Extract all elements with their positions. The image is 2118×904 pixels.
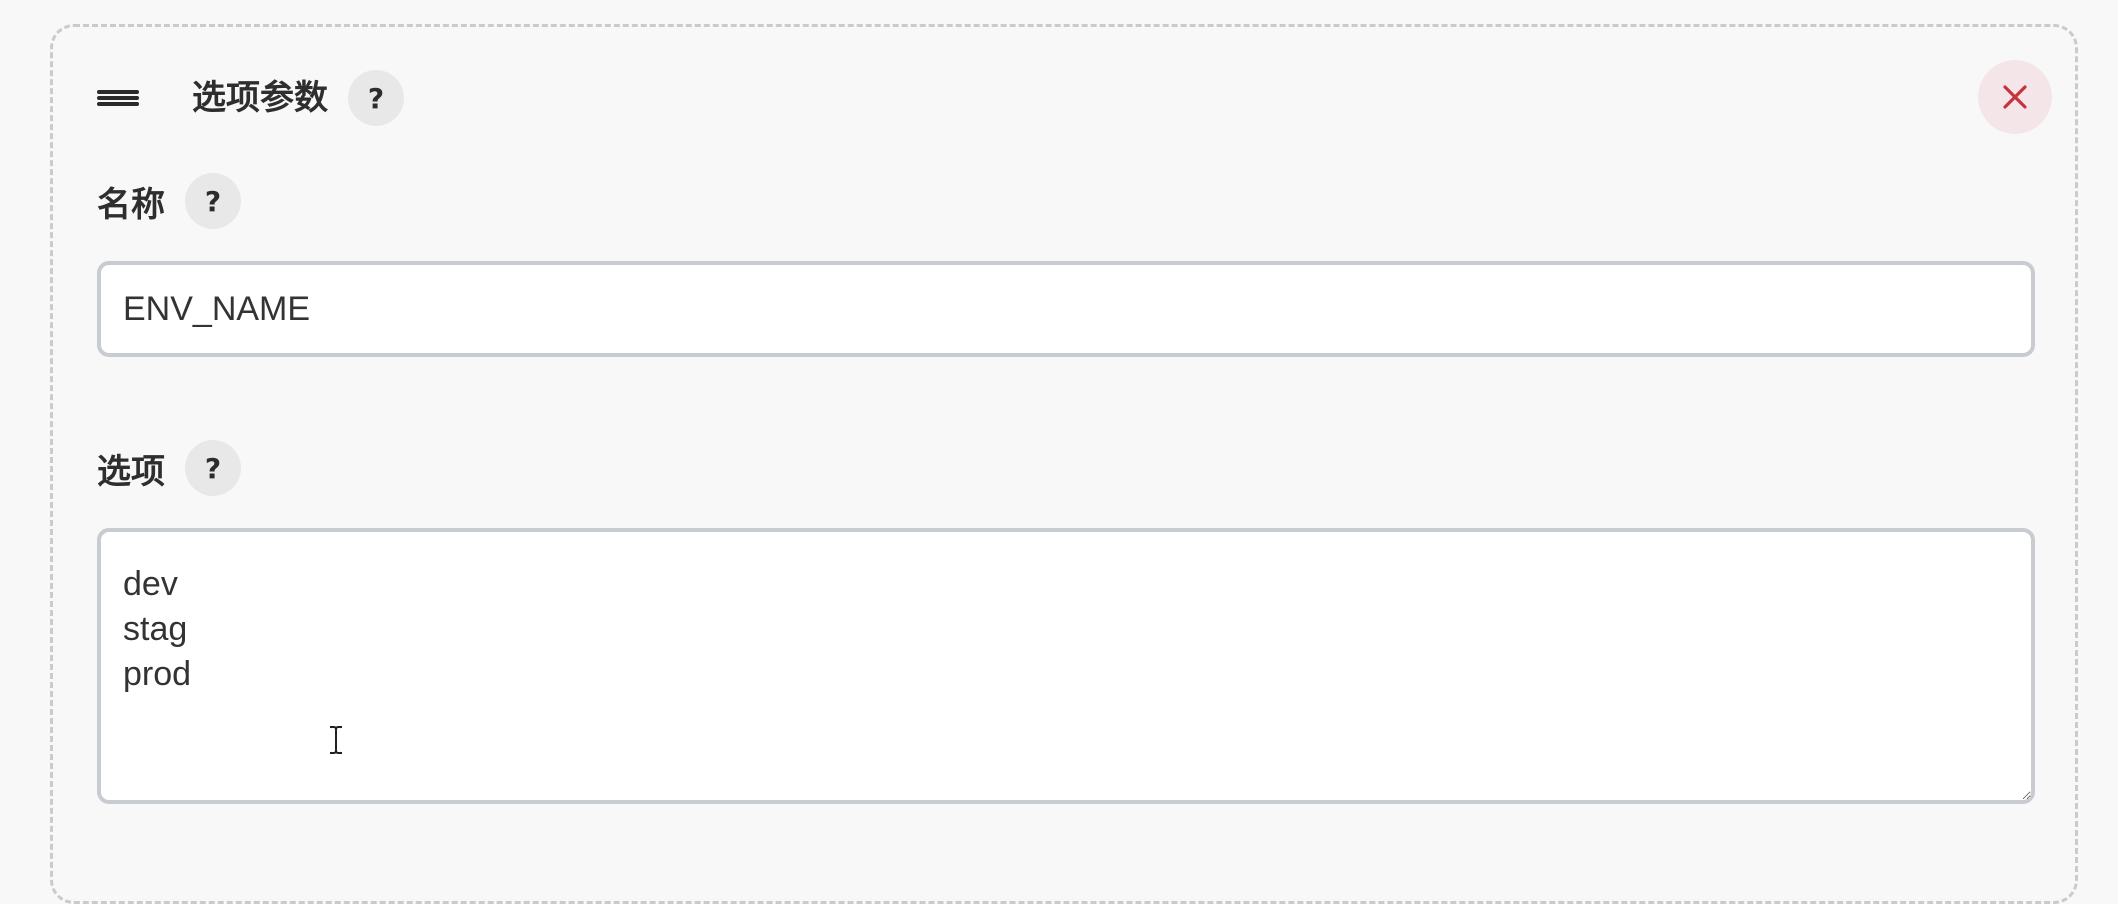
choices-field-label: 选项 ? <box>97 440 241 496</box>
choices-label-text: 选项 <box>97 451 165 492</box>
choices-textarea[interactable]: dev stag prod <box>97 528 2035 804</box>
parameter-title: 选项参数 <box>192 78 328 118</box>
hamburger-drag-icon[interactable] <box>97 84 139 112</box>
parameter-help-button[interactable]: ? <box>348 70 404 126</box>
choices-help-button[interactable]: ? <box>185 440 241 496</box>
name-label-text: 名称 <box>97 184 165 225</box>
name-input[interactable] <box>97 261 2035 357</box>
close-x-icon <box>2003 85 2027 109</box>
delete-parameter-button[interactable] <box>1978 60 2052 134</box>
name-field-label: 名称 ? <box>97 173 241 229</box>
parameter-header: 选项参数 ? <box>97 70 404 126</box>
name-help-button[interactable]: ? <box>185 173 241 229</box>
